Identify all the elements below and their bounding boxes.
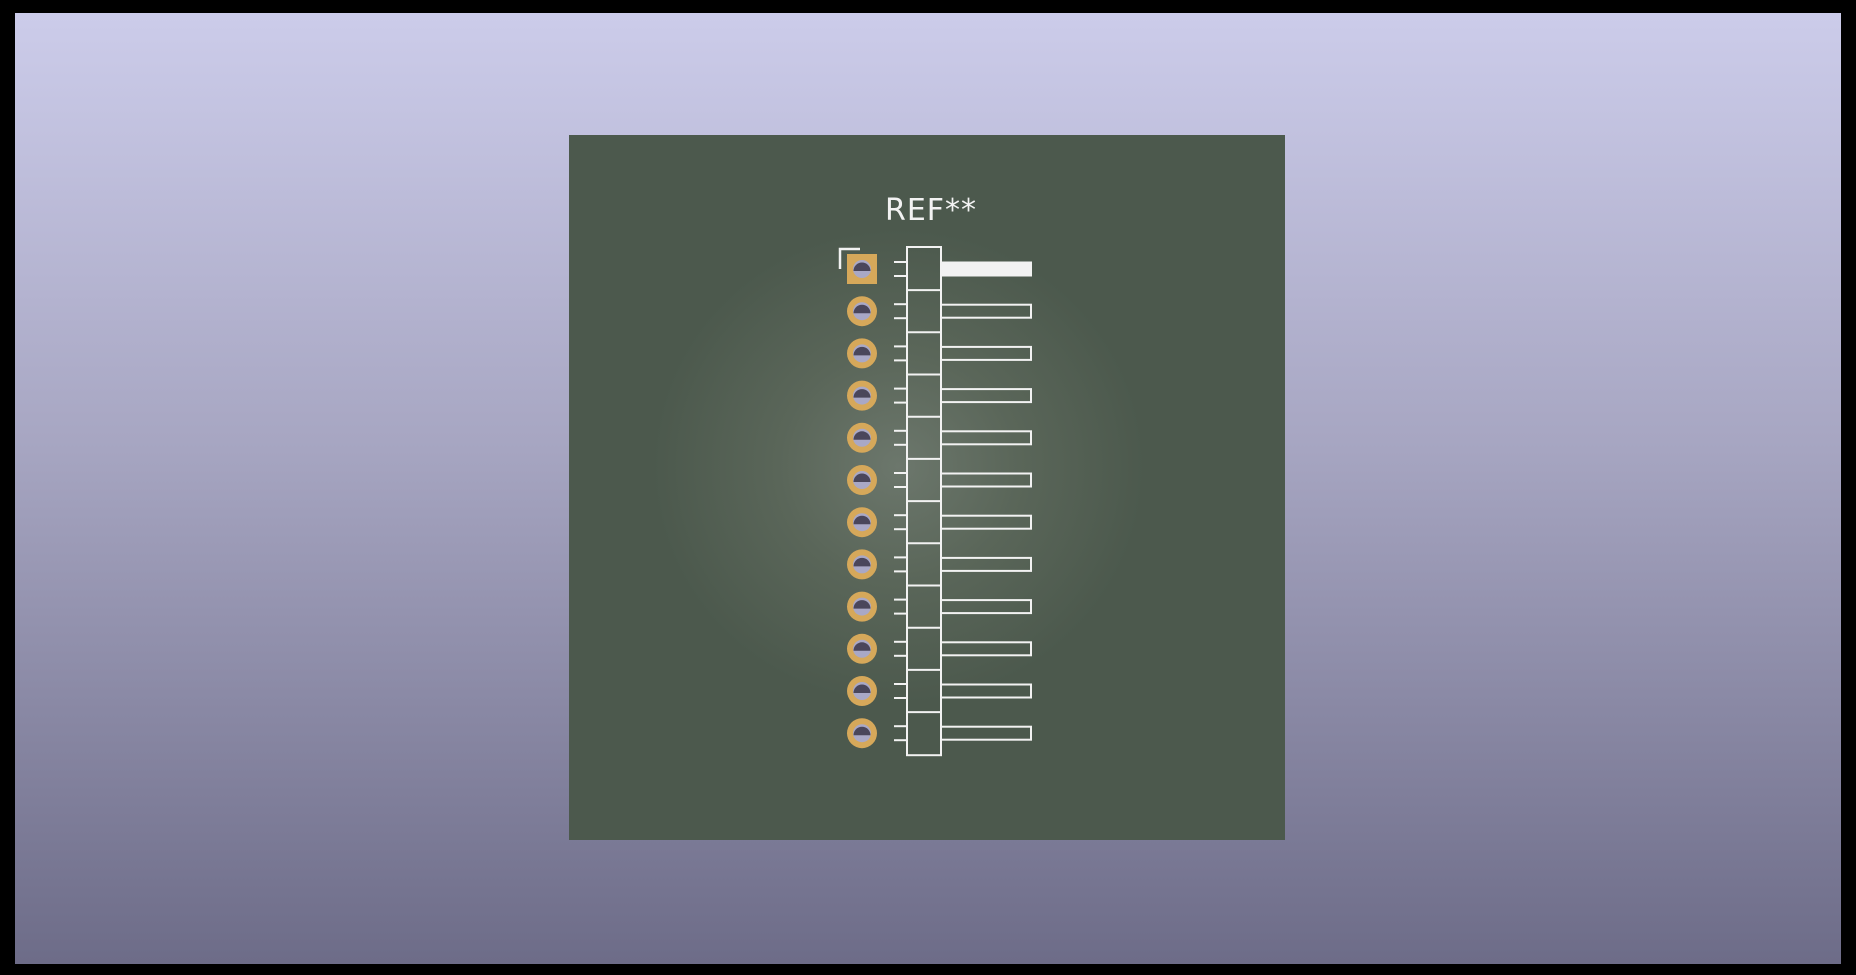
reference-label: REF** [885, 193, 978, 228]
pin-outline [940, 725, 1032, 741]
pin-outline [940, 599, 1032, 615]
pin-outline [940, 388, 1032, 404]
footprint-drawing [838, 246, 1032, 757]
pcb-board[interactable]: REF** [569, 135, 1285, 840]
pin-outline [940, 345, 1032, 361]
pin-outline [940, 641, 1032, 657]
pin-outline [940, 430, 1032, 446]
pin-outline [940, 472, 1032, 488]
pin-outline [940, 303, 1032, 319]
pin-outline [940, 556, 1032, 572]
pin-outline [940, 683, 1032, 699]
pin-outline [940, 514, 1032, 530]
pin-outline [940, 261, 1032, 277]
3d-viewport[interactable]: REF** [15, 13, 1841, 964]
